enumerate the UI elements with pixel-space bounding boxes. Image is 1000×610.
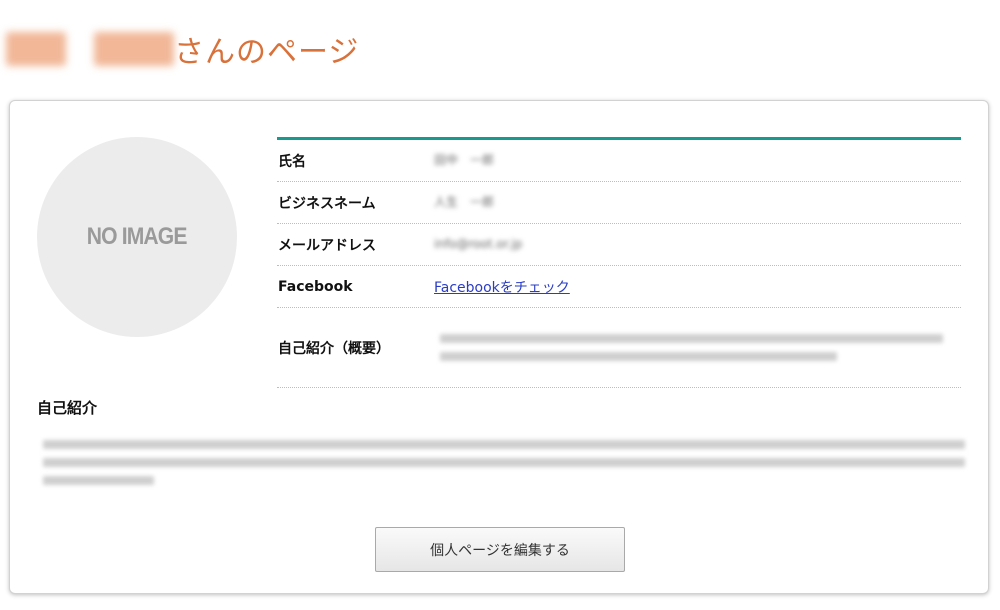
row-email: メールアドレス info@root.or.jp <box>277 224 961 266</box>
redacted-text-line <box>43 458 965 467</box>
row-name: 氏名 田中 一郎 <box>277 140 961 182</box>
profile-card: NO IMAGE 氏名 田中 一郎 ビジネスネーム 人生 一郎 メールアドレス … <box>9 100 989 594</box>
row-label: 氏名 <box>278 153 306 170</box>
edit-personal-page-button[interactable]: 個人ページを編集する <box>375 527 625 572</box>
redacted-text-line <box>440 352 838 361</box>
intro-body <box>43 431 965 494</box>
redacted-given-name <box>94 32 174 66</box>
intro-summary-value <box>434 325 961 370</box>
row-value: 人生 一郎 <box>434 192 961 212</box>
row-facebook: Facebook Facebookをチェック <box>277 266 961 308</box>
row-label: Facebook <box>278 278 353 295</box>
page-title: さんのページ <box>6 26 359 72</box>
name-value: 田中 一郎 <box>434 153 495 168</box>
redacted-text-line <box>440 334 943 343</box>
business-name-value: 人生 一郎 <box>434 195 495 210</box>
redacted-text-line <box>43 440 965 449</box>
row-label: ビジネスネーム <box>278 195 376 212</box>
page-title-suffix: さんのページ <box>174 35 360 70</box>
row-value: 田中 一郎 <box>434 150 961 170</box>
profile-info-table: 氏名 田中 一郎 ビジネスネーム 人生 一郎 メールアドレス info@root… <box>277 137 961 388</box>
email-value: info@root.or.jp <box>434 237 523 252</box>
row-value: info@root.or.jp <box>434 234 961 254</box>
row-business-name: ビジネスネーム 人生 一郎 <box>277 182 961 224</box>
redacted-text-line <box>43 476 154 485</box>
row-intro-summary: 自己紹介（概要） <box>277 308 961 388</box>
no-image-placeholder: NO IMAGE <box>87 223 188 250</box>
redacted-surname <box>6 32 66 66</box>
intro-heading: 自己紹介 <box>37 399 98 417</box>
row-label: メールアドレス <box>278 237 376 254</box>
facebook-link[interactable]: Facebookをチェック <box>434 280 570 296</box>
row-value: Facebookをチェック <box>434 277 961 297</box>
row-label: 自己紹介（概要） <box>278 340 390 357</box>
avatar: NO IMAGE <box>37 137 237 337</box>
